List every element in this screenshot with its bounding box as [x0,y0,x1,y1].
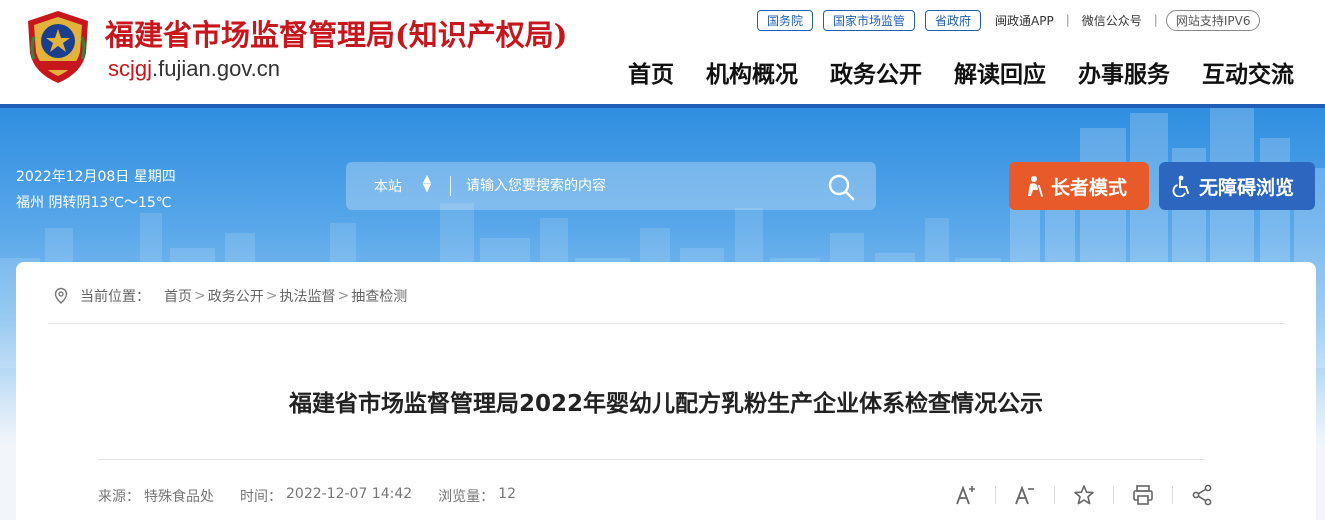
breadcrumb-item-open-affairs[interactable]: 政务公开 [208,286,264,306]
police-emblem-icon [28,11,88,83]
nav-item-open-affairs[interactable]: 政务公开 [830,58,922,92]
location-pin-icon [54,287,68,304]
current-date: 2022年12月08日 星期四 [16,169,176,185]
search-icon[interactable] [826,172,856,202]
breadcrumb-separator: > [194,288,206,304]
weather-info: 福州 阴转阴13℃～15℃ [16,195,172,211]
article-card: 当前位置： 首页 > 政务公开 > 执法监督 > 抽查检测 福建省市场监督管理局… [16,262,1316,520]
divider [450,176,451,196]
divider [98,459,1205,460]
elder-mode-label: 长者模式 [1051,176,1128,199]
site-title[interactable]: 福建省市场监督管理局(知识产权局) [105,12,567,54]
sort-arrows-icon[interactable]: ▲ ▼ [422,173,432,193]
divider [995,486,996,504]
divider [48,323,1285,324]
time-value: 2022-12-07 14:42 [286,486,413,502]
top-links: 国务院 国家市场监管 省政府 闽政通APP | 微信公众号 | 网站支持IPV6 [757,9,1270,31]
breadcrumb-separator: > [337,288,350,304]
nav-item-home[interactable]: 首页 [628,58,674,92]
share-icon[interactable] [1190,483,1214,507]
time-label: 时间： [240,489,282,505]
date-weather: 2022年12月08日 星期四 福州 阴转阴13℃～15℃ [16,164,176,216]
accessible-browse-label: 无障碍浏览 [1199,176,1295,199]
elder-mode-button[interactable]: 长者模式 [1009,162,1149,210]
search-scope-select[interactable]: 本站 [374,176,402,196]
search-input[interactable] [466,173,806,199]
accessible-browse-button[interactable]: 无障碍浏览 [1159,162,1315,210]
link-samr[interactable]: 国家市场监管 [823,9,916,31]
source-label: 来源： [98,489,140,505]
site-header: 福建省市场监督管理局(知识产权局) scjgj.fujian.gov.cn 国务… [0,0,1325,106]
link-state-council[interactable]: 国务院 [757,9,814,31]
nav-item-services[interactable]: 办事服务 [1078,58,1170,92]
divider: | [1065,13,1070,27]
page-title: 福建省市场监督管理局2022年婴幼儿配方乳粉生产企业体系检查情况公示 [288,391,1043,417]
star-icon[interactable] [1072,483,1096,507]
domain-suffix: .fujian.gov.cn [152,56,281,81]
font-increase-icon[interactable] [954,483,978,507]
divider [1113,486,1114,504]
breadcrumb-item-home[interactable]: 首页 [164,286,192,306]
link-provincial-gov[interactable]: 省政府 [925,9,982,31]
main-nav: 首页 机构概况 政务公开 解读回应 办事服务 互动交流 [612,58,1310,92]
nav-item-interpretation[interactable]: 解读回应 [954,58,1046,92]
article-tools [954,483,1214,507]
domain-prefix: scjgj [108,56,153,81]
breadcrumb-item-inspection[interactable]: 抽查检测 [351,286,407,306]
divider [1172,486,1173,504]
source-value: 特殊食品处 [144,489,214,505]
views-label: 浏览量： [438,489,495,505]
link-app[interactable]: 闽政通APP [995,12,1054,29]
link-wechat[interactable]: 微信公众号 [1082,12,1142,29]
elder-icon [1028,176,1043,197]
search-bar: 本站 ▲ ▼ [346,162,876,210]
site-domain: scjgj.fujian.gov.cn [108,56,280,82]
print-icon[interactable] [1131,483,1155,507]
ipv6-badge: 网站支持IPV6 [1165,9,1261,31]
breadcrumb-separator: > [265,288,278,304]
wheelchair-icon [1172,175,1189,197]
nav-item-interaction[interactable]: 互动交流 [1202,58,1294,92]
divider [1054,486,1055,504]
breadcrumb-item-enforcement[interactable]: 执法监督 [279,286,335,306]
divider: | [1153,13,1158,27]
font-decrease-icon[interactable] [1013,483,1037,507]
nav-item-about[interactable]: 机构概况 [706,58,798,92]
breadcrumb-label: 当前位置： [80,289,150,305]
breadcrumb: 当前位置： 首页 > 政务公开 > 执法监督 > 抽查检测 [52,286,407,306]
views-value: 12 [498,486,516,502]
article-meta: 来源： 特殊食品处 时间： 2022-12-07 14:42 浏览量： 12 [98,486,520,506]
